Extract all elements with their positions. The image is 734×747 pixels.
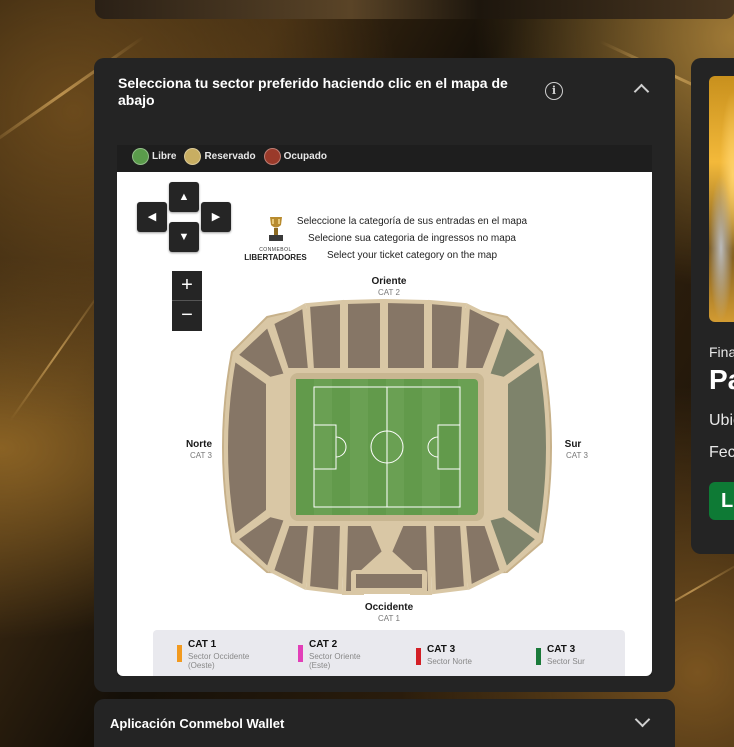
wallet-accordion[interactable]: Aplicación Conmebol Wallet: [94, 699, 675, 747]
category-label: CAT 3: [547, 644, 576, 655]
background-streak: [9, 289, 103, 422]
wallet-title: Aplicación Conmebol Wallet: [110, 716, 285, 731]
side-label-oriente: Oriente: [371, 276, 407, 287]
chevron-down-icon[interactable]: [634, 711, 651, 728]
legend-dot-libre: [132, 148, 149, 165]
info-icon[interactable]: i: [545, 82, 563, 100]
legend-item-libre: Libre: [132, 148, 176, 165]
instruction-es: Seleccione la categoría de sus entradas …: [296, 216, 528, 227]
pan-right-button[interactable]: ▶: [201, 202, 231, 232]
pan-up-button[interactable]: ▲: [169, 182, 199, 212]
category-swatch: [298, 645, 303, 662]
stadium-map[interactable]: ▲ ◀ ▶ ▼ + − CONMEBOL LIBERTADORES Selecc…: [117, 172, 652, 676]
sector-occidente[interactable]: [429, 522, 469, 595]
legend-item-reservado: Reservado: [184, 148, 256, 165]
category-desc: Sector Sur: [547, 657, 585, 666]
category-desc: Sector Oriente (Este): [309, 652, 361, 670]
sector-oriente[interactable]: [428, 299, 467, 372]
sector-occidente-suite[interactable]: [356, 574, 422, 588]
category-desc: Sector Norte: [427, 657, 472, 666]
category-swatch: [416, 648, 421, 665]
legend-label: Ocupado: [283, 151, 327, 162]
category-desc: Sector Occidente (Oeste): [188, 652, 250, 670]
event-action-button[interactable]: L: [709, 482, 734, 520]
sector-oriente[interactable]: [384, 298, 428, 372]
chevron-up-icon[interactable]: [633, 83, 650, 100]
side-cat-oriente: CAT 2: [378, 288, 400, 297]
availability-legend: Libre Reservado Ocupado: [132, 148, 327, 165]
occidente-suite-outline: [351, 570, 427, 594]
sector-sur[interactable]: [504, 355, 550, 541]
event-stage: Fina: [709, 344, 734, 360]
event-date: Fec: [709, 444, 734, 461]
side-label-occidente: Occidente: [364, 602, 414, 613]
sector-oriente[interactable]: [344, 298, 384, 372]
category-label: CAT 2: [309, 639, 338, 650]
category-label: CAT 1: [188, 639, 217, 650]
legend-dot-reservado: [184, 148, 202, 165]
event-title: Pa: [709, 364, 734, 395]
sector-oriente[interactable]: [305, 299, 344, 372]
sector-selection-panel: Selecciona tu sector preferido haciendo …: [94, 58, 675, 692]
category-swatch: [177, 645, 182, 662]
pan-left-button[interactable]: ◀: [137, 202, 167, 232]
oriente-sectors[interactable]: [269, 298, 505, 372]
instruction-en: Select your ticket category on the map: [326, 250, 498, 261]
previous-card-edge: [95, 0, 734, 19]
event-location: Ubic: [709, 412, 734, 429]
instruction-pt: Selecione sua categoria de ingressos no …: [308, 233, 516, 244]
category-swatch: [536, 648, 541, 665]
category-label: CAT 3: [427, 644, 456, 655]
legend-label: Libre: [152, 151, 177, 162]
event-card: Fina Pa Ubic Fec L: [691, 58, 734, 554]
zoom-in-button[interactable]: +: [172, 271, 202, 301]
legend-dot-ocupado: [263, 148, 281, 165]
football-pitch: [296, 379, 478, 515]
zoom-out-button[interactable]: −: [172, 301, 202, 331]
side-cat-occidente: CAT 1: [378, 614, 400, 623]
pan-down-button[interactable]: ▼: [169, 222, 199, 252]
panel-title: Selecciona tu sector preferido haciendo …: [118, 75, 508, 108]
legend-item-ocupado: Ocupado: [263, 148, 327, 165]
legend-label: Reservado: [204, 151, 256, 162]
sector-norte[interactable]: [224, 355, 270, 541]
stadium-map-container: Libre Reservado Ocupado ▲ ◀ ▶ ▼ + − CONM…: [117, 145, 652, 676]
stadium-diagram: [222, 298, 552, 595]
event-image: [709, 76, 734, 322]
sector-occidente[interactable]: [305, 522, 345, 595]
category-legend: CAT 1 Sector Occidente (Oeste) CAT 2 Sect…: [153, 630, 625, 676]
